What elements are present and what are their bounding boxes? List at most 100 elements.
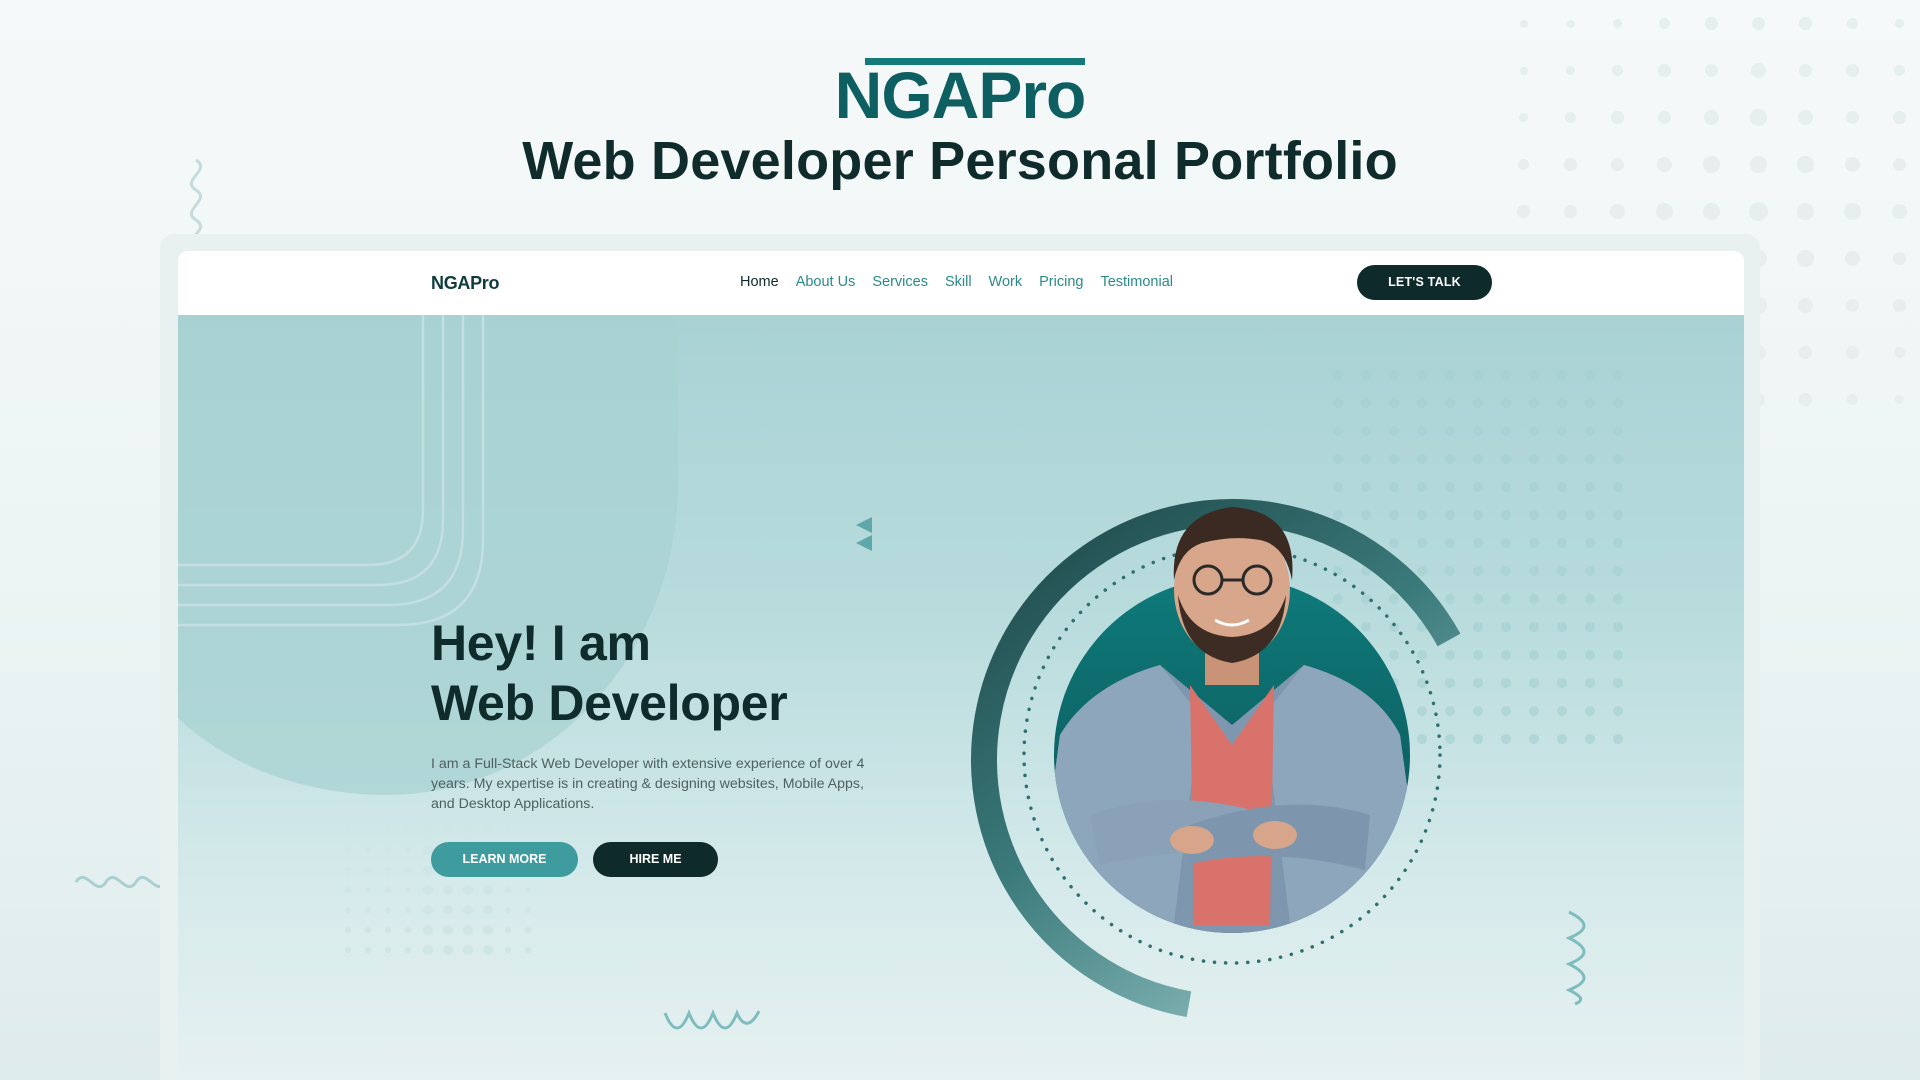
decorative-dot [525, 947, 531, 953]
decorative-dot [1361, 370, 1371, 380]
decorative-dot [1613, 426, 1623, 436]
wave-decoration [1565, 910, 1586, 1005]
decorative-dot [1557, 650, 1567, 660]
decorative-dot [443, 945, 453, 955]
nav-link-about-us[interactable]: About Us [796, 274, 856, 290]
decorative-dot [1519, 19, 1528, 28]
nav-link-pricing[interactable]: Pricing [1039, 274, 1083, 290]
decorative-dot [405, 947, 411, 953]
decorative-dot [1846, 346, 1859, 359]
decorative-dot [1473, 398, 1483, 408]
decorative-dot [1529, 706, 1539, 716]
decorative-dot [405, 827, 411, 833]
decorative-dot [1529, 566, 1539, 576]
decorative-dot [423, 825, 433, 835]
decorative-dot [483, 825, 493, 835]
lets-talk-button[interactable]: LET'S TALK [1357, 265, 1492, 300]
decorative-dot [1333, 398, 1343, 408]
nav-link-testimonial[interactable]: Testimonial [1100, 274, 1173, 290]
decorative-dot [463, 825, 473, 835]
nav-link-skill[interactable]: Skill [945, 274, 972, 290]
decorative-dot [385, 887, 391, 893]
decorative-dot [1613, 510, 1623, 520]
nav-link-services[interactable]: Services [872, 274, 928, 290]
hero-title-line2: Web Developer [431, 675, 788, 731]
decorative-dot [1613, 398, 1623, 408]
decorative-dot [1529, 538, 1539, 548]
decorative-dot [1333, 426, 1343, 436]
decorative-dot [1613, 482, 1623, 492]
decorative-dot [463, 905, 473, 915]
site-navbar: NGAPro Home About Us Services Skill Work Pric… [178, 251, 1744, 315]
decorative-dot [1389, 398, 1399, 408]
decorative-dot [1585, 510, 1595, 520]
decorative-dot [405, 867, 411, 873]
decorative-dot [1563, 204, 1578, 219]
decorative-dot [1751, 16, 1766, 31]
decorative-dot [423, 885, 433, 895]
decorative-dot [1610, 204, 1625, 219]
decorative-dot [345, 867, 351, 873]
decorative-dot [483, 885, 493, 895]
decorative-dot [1529, 426, 1539, 436]
decorative-dot [1557, 426, 1567, 436]
decorative-dot [1557, 370, 1567, 380]
decorative-dot [1585, 538, 1595, 548]
hire-me-button[interactable]: HIRE ME [593, 842, 718, 877]
decorative-dot [525, 907, 531, 913]
decorative-dot [385, 907, 391, 913]
developer-portrait-image [971, 499, 1493, 1021]
decorative-dot [1585, 370, 1595, 380]
decorative-dot [1557, 594, 1567, 604]
nav-link-home[interactable]: Home [740, 274, 779, 290]
decorative-dot [365, 847, 371, 853]
hero-title-line1: Hey! I am [431, 615, 651, 671]
decorative-dot [1585, 594, 1595, 604]
decorative-dot [1529, 454, 1539, 464]
decorative-dot [1613, 566, 1623, 576]
decorative-dot [443, 905, 453, 915]
decorative-dot [1417, 454, 1427, 464]
decorative-dot [1613, 622, 1623, 632]
decorative-dot [423, 925, 433, 935]
decorative-dot [1501, 370, 1511, 380]
decorative-dot [1613, 370, 1623, 380]
decorative-dot [1529, 650, 1539, 660]
decorative-dot [1702, 202, 1721, 221]
decorative-dot [1585, 454, 1595, 464]
decorative-dot [345, 927, 351, 933]
site-logo[interactable]: NGAPro [431, 273, 500, 294]
decorative-dot [345, 907, 351, 913]
decorative-dot [1892, 204, 1907, 219]
decorative-dot [1894, 18, 1905, 29]
website-mockup: NGAPro Home About Us Services Skill Work Pric… [178, 251, 1744, 1080]
decorative-dot [1612, 18, 1623, 29]
decorative-dot [1585, 426, 1595, 436]
decorative-dot [1799, 393, 1812, 406]
nav-links: Home About Us Services Skill Work Pricing Test… [740, 274, 1173, 290]
portrait-section [970, 485, 1510, 1025]
learn-more-button[interactable]: LEARN MORE [431, 842, 578, 877]
decorative-dot [385, 947, 391, 953]
decorative-dot [1659, 18, 1670, 29]
brand-logo: NGAPro [835, 52, 1086, 128]
decorative-dot [1585, 622, 1595, 632]
nav-link-work[interactable]: Work [989, 274, 1023, 290]
decorative-dot [483, 925, 493, 935]
decorative-dot [1705, 17, 1718, 30]
decorative-dot [1557, 398, 1567, 408]
decorative-dot [525, 827, 531, 833]
decorative-dot [1892, 251, 1907, 266]
decorative-dot [1845, 251, 1860, 266]
decorative-dot [1445, 370, 1455, 380]
decorative-dot [1613, 538, 1623, 548]
decorative-dot [345, 887, 351, 893]
decorative-dot [1585, 566, 1595, 576]
decorative-dot [365, 907, 371, 913]
decorative-dot [1613, 678, 1623, 688]
decorative-dot [1445, 398, 1455, 408]
decorative-dot [1361, 398, 1371, 408]
decorative-dot [443, 885, 453, 895]
decorative-dot [1557, 706, 1567, 716]
decorative-dot [1798, 345, 1813, 360]
